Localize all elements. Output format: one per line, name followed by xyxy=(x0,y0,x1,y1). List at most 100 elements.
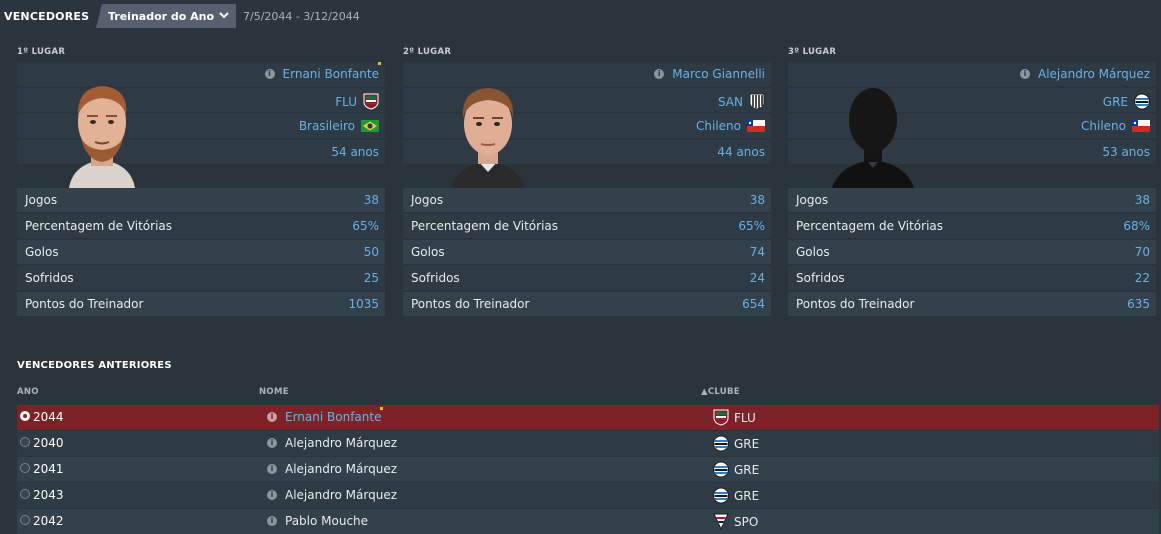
info-icon: i xyxy=(267,464,277,474)
gremio-crest-icon xyxy=(1134,93,1150,110)
stat-row-sofridos: Sofridos 24 xyxy=(403,266,771,290)
place-label: 3º LUGAR xyxy=(788,47,837,57)
age-value: 53 anos xyxy=(1102,145,1150,159)
stat-row-pontos: Pontos do Treinador 1035 xyxy=(17,292,385,316)
row-radio[interactable] xyxy=(20,463,30,473)
top-bar: VENCEDORES Treinador do Ano 7/5/2044 - 3… xyxy=(0,0,1161,32)
stat-row-sofridos: Sofridos 22 xyxy=(788,266,1156,290)
stat-row-pontos: Pontos do Treinador 654 xyxy=(403,292,771,316)
silhouette-portrait xyxy=(832,88,914,188)
row-year: 2041 xyxy=(33,462,64,476)
table-row[interactable]: 2044 i Ernani Bonfante FLU xyxy=(17,405,1159,430)
age-value: 44 anos xyxy=(717,145,765,159)
stat-label: Sofridos xyxy=(411,271,460,285)
column-header-club[interactable]: ▲CLUBE xyxy=(701,387,740,397)
table-row[interactable]: 2043 i Alejandro Márquez GRE xyxy=(17,483,1159,508)
table-row[interactable]: 2040 i Alejandro Márquez GRE xyxy=(17,431,1159,456)
place-label: 2º LUGAR xyxy=(403,47,452,57)
brazil-flag-icon xyxy=(361,120,379,132)
stat-row-sofridos: Sofridos 25 xyxy=(17,266,385,290)
chile-flag-icon xyxy=(747,120,765,132)
row-manager-link[interactable]: Alejandro Márquez xyxy=(285,462,397,476)
stat-value: 38 xyxy=(749,193,765,207)
stat-label: Jogos xyxy=(25,193,58,207)
stat-label: Percentagem de Vitórias xyxy=(25,219,173,233)
stat-label: Golos xyxy=(796,245,830,259)
row-year: 2042 xyxy=(33,514,64,528)
manager-name-link[interactable]: Alejandro Márquez xyxy=(1038,67,1150,81)
stat-label: Golos xyxy=(411,245,445,259)
previous-winners-heading: VENCEDORES ANTERIORES xyxy=(17,360,172,371)
info-icon: i xyxy=(267,438,277,448)
info-icon: i xyxy=(264,69,275,79)
stat-value: 22 xyxy=(1134,271,1150,285)
row-manager-link[interactable]: Pablo Mouche xyxy=(285,514,368,528)
stat-row-golos: Golos 70 xyxy=(788,240,1156,264)
stat-value: 654 xyxy=(742,297,765,311)
row-manager-link[interactable]: Alejandro Márquez xyxy=(285,436,397,450)
stat-row-jogos: Jogos 38 xyxy=(17,188,385,212)
row-manager-link[interactable]: Alejandro Márquez xyxy=(285,488,397,502)
info-icon: i xyxy=(267,490,277,500)
award-dropdown[interactable]: Treinador do Ano xyxy=(96,4,236,28)
place-label: 1º LUGAR xyxy=(17,47,66,57)
chevron-down-icon xyxy=(219,12,229,19)
row-club-link[interactable]: GRE xyxy=(734,437,759,451)
row-club-link[interactable]: GRE xyxy=(734,463,759,477)
stat-label: Percentagem de Vitórias xyxy=(796,219,944,233)
podium-panel-first: 1º LUGAR i Ernani Bonfante FLU Brasileir… xyxy=(9,36,391,347)
row-club-link[interactable]: FLU xyxy=(734,411,756,425)
column-header-name[interactable]: NOME xyxy=(259,387,289,397)
row-radio[interactable] xyxy=(20,437,30,447)
column-header-year[interactable]: ANO xyxy=(17,387,39,397)
stat-label: Pontos do Treinador xyxy=(411,297,530,311)
club-link[interactable]: SAN xyxy=(718,95,743,109)
row-manager-link[interactable]: Ernani Bonfante xyxy=(285,410,381,424)
gremio-crest-icon xyxy=(713,487,729,504)
club-link[interactable]: GRE xyxy=(1103,95,1128,109)
stat-row-win-percentage: Percentagem de Vitórias 65% xyxy=(17,214,385,238)
previous-winners-panel: VENCEDORES ANTERIORES ANO NOME ▲CLUBE 20… xyxy=(9,350,1161,534)
stat-label: Jogos xyxy=(796,193,829,207)
stat-row-jogos: Jogos 38 xyxy=(403,188,771,212)
fluminense-crest-icon xyxy=(363,93,379,110)
stat-row-win-percentage: Percentagem de Vitórias 65% xyxy=(403,214,771,238)
info-icon: i xyxy=(267,412,277,422)
stat-value: 25 xyxy=(363,271,379,285)
stat-value: 65% xyxy=(738,219,765,233)
chile-flag-icon xyxy=(1132,120,1150,132)
nationality-link[interactable]: Brasileiro xyxy=(299,119,355,133)
table-row[interactable]: 2042 i Pablo Mouche SPO xyxy=(17,509,1159,534)
nationality-link[interactable]: Chileno xyxy=(1081,119,1126,133)
manager-portrait xyxy=(451,88,525,188)
stat-row-golos: Golos 74 xyxy=(403,240,771,264)
row-year: 2040 xyxy=(33,436,64,450)
row-radio[interactable] xyxy=(20,411,30,421)
date-range: 7/5/2044 - 3/12/2044 xyxy=(243,10,360,23)
row-club-link[interactable]: SPO xyxy=(734,515,758,529)
stat-label: Jogos xyxy=(411,193,444,207)
manager-name-link[interactable]: Ernani Bonfante xyxy=(283,67,379,81)
podium-panel-third: 3º LUGAR i Alejandro Márquez GRE Chileno xyxy=(780,36,1161,347)
nationality-link[interactable]: Chileno xyxy=(696,119,741,133)
stat-row-pontos: Pontos do Treinador 635 xyxy=(788,292,1156,316)
page-title: VENCEDORES xyxy=(4,10,90,23)
fluminense-crest-icon xyxy=(713,409,729,426)
manager-name-link[interactable]: Marco Giannelli xyxy=(672,67,765,81)
stat-row-win-percentage: Percentagem de Vitórias 68% xyxy=(788,214,1156,238)
age-value: 54 anos xyxy=(331,145,379,159)
info-icon: i xyxy=(654,69,665,79)
marker-icon xyxy=(380,407,383,410)
row-radio[interactable] xyxy=(20,515,30,525)
table-row[interactable]: 2041 i Alejandro Márquez GRE xyxy=(17,457,1159,482)
marker-icon xyxy=(378,62,381,65)
stat-label: Pontos do Treinador xyxy=(25,297,144,311)
stat-value: 50 xyxy=(363,245,379,259)
stat-label: Sofridos xyxy=(25,271,74,285)
row-club-link[interactable]: GRE xyxy=(734,489,759,503)
stat-label: Golos xyxy=(25,245,59,259)
stat-row-jogos: Jogos 38 xyxy=(788,188,1156,212)
stat-row-golos: Golos 50 xyxy=(17,240,385,264)
club-link[interactable]: FLU xyxy=(335,95,357,109)
row-radio[interactable] xyxy=(20,489,30,499)
